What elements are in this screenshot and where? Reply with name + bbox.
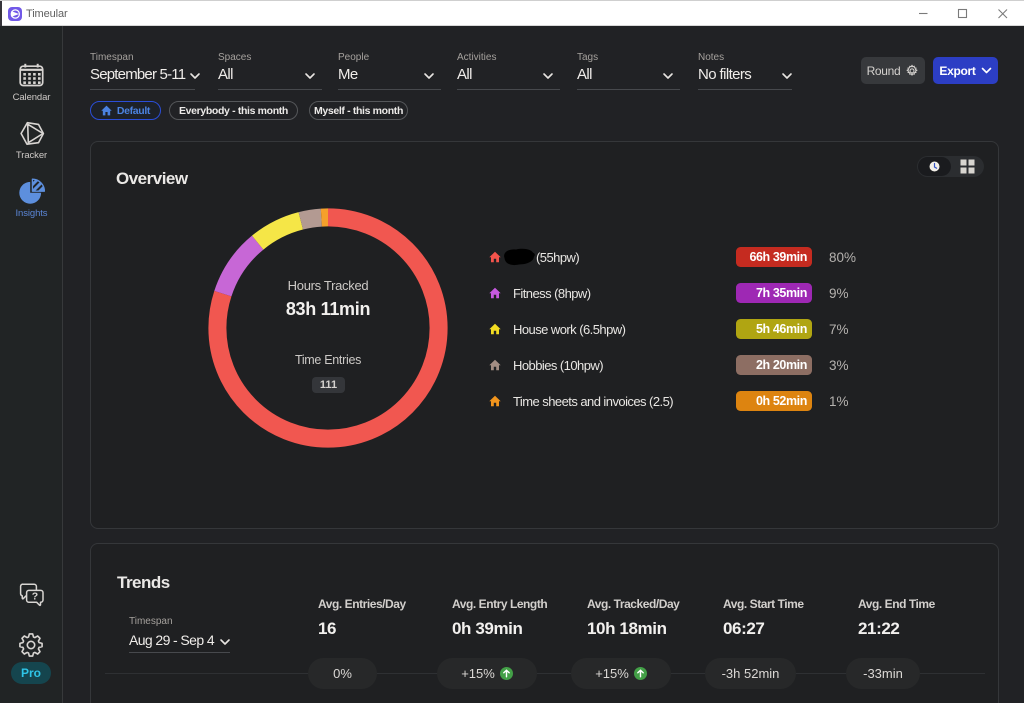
svg-text:?: ? bbox=[32, 591, 38, 603]
